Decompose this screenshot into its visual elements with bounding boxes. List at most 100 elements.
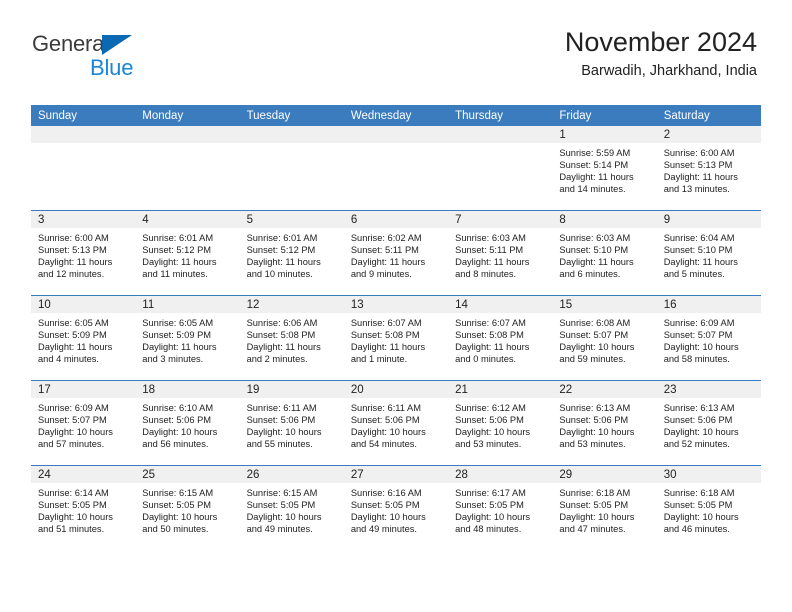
general-blue-logo[interactable]: General Blue <box>32 33 133 79</box>
calendar-day-cell[interactable]: 12 Sunrise: 6:06 AM Sunset: 5:08 PM Dayligh… <box>239 295 344 381</box>
daylight-text-line2: and 8 minutes. <box>455 269 517 280</box>
calendar-day-cell[interactable]: 14 Sunrise: 6:07 AM Sunset: 5:08 PM Dayligh… <box>448 295 553 381</box>
day-number: 22 <box>552 381 657 398</box>
page-header: General Blue November 2024 Barwadih, Jha… <box>0 0 792 78</box>
daylight-text-line1: Daylight: 10 hours <box>559 427 635 438</box>
calendar-day-cell[interactable]: 20 Sunrise: 6:11 AM Sunset: 5:06 PM Dayligh… <box>343 380 449 466</box>
sunset-text: Sunset: 5:05 PM <box>142 500 212 511</box>
calendar-week-row: 17 Sunrise: 6:09 AM Sunset: 5:07 PM Dayligh… <box>31 380 761 466</box>
sunrise-text: Sunrise: 6:12 AM <box>455 403 526 413</box>
sunrise-text: Sunrise: 6:11 AM <box>350 403 421 413</box>
calendar-day-cell[interactable]: 13 Sunrise: 6:07 AM Sunset: 5:08 PM Dayligh… <box>343 295 449 381</box>
calendar-day-cell[interactable]: 1 Sunrise: 5:59 AM Sunset: 5:14 PM Daylight… <box>552 126 657 211</box>
calendar-day-cell[interactable]: 30 Sunrise: 6:18 AM Sunset: 5:05 PM Dayligh… <box>656 465 761 550</box>
calendar-day-cell[interactable] <box>448 126 553 211</box>
sunset-text: Sunset: 5:10 PM <box>663 245 733 256</box>
day-number: 14 <box>448 296 553 313</box>
calendar-day-cell[interactable]: 10 Sunrise: 6:05 AM Sunset: 5:09 PM Dayligh… <box>31 295 136 381</box>
calendar-day-cell[interactable]: 3 Sunrise: 6:00 AM Sunset: 5:13 PM Daylight… <box>31 210 136 296</box>
day-26: 26 Sunrise: 6:15 AM Sunset: 5:05 PM Dayligh… <box>239 466 344 550</box>
daylight-text-line1: Daylight: 11 hours <box>246 342 321 353</box>
calendar-day-cell[interactable]: 27 Sunrise: 6:16 AM Sunset: 5:05 PM Dayligh… <box>343 465 449 550</box>
day-5: 5 Sunrise: 6:01 AM Sunset: 5:12 PM Daylight… <box>239 211 344 295</box>
daylight-text-line1: Daylight: 10 hours <box>350 427 426 438</box>
sunset-text: Sunset: 5:08 PM <box>455 330 524 341</box>
calendar-day-cell[interactable]: 18 Sunrise: 6:10 AM Sunset: 5:06 PM Dayligh… <box>135 380 240 466</box>
calendar-day-cell[interactable]: 23 Sunrise: 6:13 AM Sunset: 5:06 PM Dayligh… <box>656 380 761 466</box>
day-details: Sunrise: 6:13 AM Sunset: 5:06 PM Daylight:… <box>657 398 761 450</box>
daylight-text-line1: Daylight: 11 hours <box>559 257 634 268</box>
sunset-text: Sunset: 5:06 PM <box>350 415 420 426</box>
day-details: Sunrise: 6:11 AM Sunset: 5:06 PM Daylight:… <box>240 398 344 450</box>
day-10: 10 Sunrise: 6:05 AM Sunset: 5:09 PM Dayligh… <box>31 296 136 380</box>
daylight-text-line1: Daylight: 11 hours <box>350 342 426 353</box>
daylight-text-line1: Daylight: 10 hours <box>38 512 113 523</box>
sunrise-text: Sunrise: 6:05 AM <box>142 318 214 328</box>
day-number: 26 <box>239 466 344 483</box>
calendar-day-cell[interactable]: 25 Sunrise: 6:15 AM Sunset: 5:05 PM Dayligh… <box>135 465 240 550</box>
sunrise-text: Sunrise: 6:02 AM <box>350 233 422 243</box>
daylight-text-line2: and 0 minutes. <box>455 354 517 365</box>
calendar-day-cell[interactable] <box>31 126 136 211</box>
sunset-text: Sunset: 5:05 PM <box>246 500 316 511</box>
calendar-day-cell[interactable]: 17 Sunrise: 6:09 AM Sunset: 5:07 PM Dayligh… <box>31 380 136 466</box>
calendar-day-cell[interactable] <box>343 126 449 211</box>
day-number: 19 <box>239 381 344 398</box>
calendar-day-cell[interactable]: 24 Sunrise: 6:14 AM Sunset: 5:05 PM Dayligh… <box>31 465 136 550</box>
calendar-day-cell[interactable]: 29 Sunrise: 6:18 AM Sunset: 5:05 PM Dayligh… <box>552 465 657 550</box>
calendar-day-cell[interactable]: 5 Sunrise: 6:01 AM Sunset: 5:12 PM Daylight… <box>239 210 344 296</box>
sunset-text: Sunset: 5:07 PM <box>663 330 733 341</box>
day-number: 3 <box>31 211 136 228</box>
daylight-text-line1: Daylight: 10 hours <box>455 512 531 523</box>
day-number <box>239 126 344 143</box>
calendar-day-cell[interactable]: 6 Sunrise: 6:02 AM Sunset: 5:11 PM Daylight… <box>343 210 449 296</box>
sunrise-text: Sunrise: 6:05 AM <box>38 318 109 328</box>
day-4: 4 Sunrise: 6:01 AM Sunset: 5:12 PM Daylight… <box>135 211 240 295</box>
calendar-day-cell[interactable]: 28 Sunrise: 6:17 AM Sunset: 5:05 PM Dayligh… <box>448 465 553 550</box>
calendar-day-cell[interactable] <box>239 126 344 211</box>
calendar-day-cell[interactable]: 19 Sunrise: 6:11 AM Sunset: 5:06 PM Dayligh… <box>239 380 344 466</box>
sunset-text: Sunset: 5:12 PM <box>246 245 316 256</box>
calendar-day-cell[interactable]: 16 Sunrise: 6:09 AM Sunset: 5:07 PM Dayligh… <box>656 295 761 381</box>
day-details: Sunrise: 6:01 AM Sunset: 5:12 PM Daylight:… <box>135 228 239 280</box>
day-details: Sunrise: 6:09 AM Sunset: 5:07 PM Daylight:… <box>31 398 135 450</box>
daylight-text-line1: Daylight: 11 hours <box>246 257 321 268</box>
day-details: Sunrise: 6:15 AM Sunset: 5:05 PM Daylight:… <box>135 483 239 535</box>
day-number: 18 <box>135 381 240 398</box>
day-3: 3 Sunrise: 6:00 AM Sunset: 5:13 PM Daylight… <box>31 211 136 295</box>
day-number: 23 <box>656 381 761 398</box>
sunrise-text: Sunrise: 6:15 AM <box>142 488 214 498</box>
calendar-day-cell[interactable]: 4 Sunrise: 6:01 AM Sunset: 5:12 PM Daylight… <box>135 210 240 296</box>
calendar-day-cell[interactable] <box>135 126 240 211</box>
sunrise-text: Sunrise: 6:00 AM <box>663 148 735 158</box>
logo-triangle-icon <box>102 35 132 55</box>
day-12: 12 Sunrise: 6:06 AM Sunset: 5:08 PM Dayligh… <box>239 296 344 380</box>
daylight-text-line2: and 57 minutes. <box>38 439 105 450</box>
calendar-day-cell[interactable]: 7 Sunrise: 6:03 AM Sunset: 5:11 PM Daylight… <box>448 210 553 296</box>
sunrise-text: Sunrise: 6:08 AM <box>559 318 631 328</box>
calendar-day-cell[interactable]: 9 Sunrise: 6:04 AM Sunset: 5:10 PM Daylight… <box>656 210 761 296</box>
day-number: 10 <box>31 296 136 313</box>
day-number: 28 <box>448 466 553 483</box>
daylight-text-line2: and 55 minutes. <box>246 439 313 450</box>
sunrise-text: Sunrise: 6:00 AM <box>38 233 109 243</box>
daylight-text-line1: Daylight: 11 hours <box>663 172 738 183</box>
calendar-day-cell[interactable]: 26 Sunrise: 6:15 AM Sunset: 5:05 PM Dayligh… <box>239 465 344 550</box>
daylight-text-line1: Daylight: 10 hours <box>38 427 113 438</box>
calendar-week-row: 24 Sunrise: 6:14 AM Sunset: 5:05 PM Dayligh… <box>31 465 761 550</box>
day-number: 24 <box>31 466 136 483</box>
sunrise-text: Sunrise: 6:03 AM <box>455 233 526 243</box>
daylight-text-line1: Daylight: 10 hours <box>350 512 426 523</box>
calendar-day-cell[interactable]: 11 Sunrise: 6:05 AM Sunset: 5:09 PM Dayligh… <box>135 295 240 381</box>
empty-day <box>31 126 136 210</box>
day-details: Sunrise: 6:05 AM Sunset: 5:09 PM Daylight:… <box>31 313 135 365</box>
calendar-day-cell[interactable]: 2 Sunrise: 6:00 AM Sunset: 5:13 PM Daylight… <box>656 126 761 211</box>
day-details: Sunrise: 6:03 AM Sunset: 5:11 PM Daylight:… <box>448 228 552 280</box>
day-27: 27 Sunrise: 6:16 AM Sunset: 5:05 PM Dayligh… <box>343 466 449 550</box>
calendar-day-cell[interactable]: 8 Sunrise: 6:03 AM Sunset: 5:10 PM Daylight… <box>552 210 657 296</box>
calendar-day-cell[interactable]: 15 Sunrise: 6:08 AM Sunset: 5:07 PM Dayligh… <box>552 295 657 381</box>
weekday-header-friday: Friday <box>552 105 657 126</box>
calendar-day-cell[interactable]: 22 Sunrise: 6:13 AM Sunset: 5:06 PM Dayligh… <box>552 380 657 466</box>
calendar-day-cell[interactable]: 21 Sunrise: 6:12 AM Sunset: 5:06 PM Dayligh… <box>448 380 553 466</box>
day-number: 21 <box>448 381 553 398</box>
